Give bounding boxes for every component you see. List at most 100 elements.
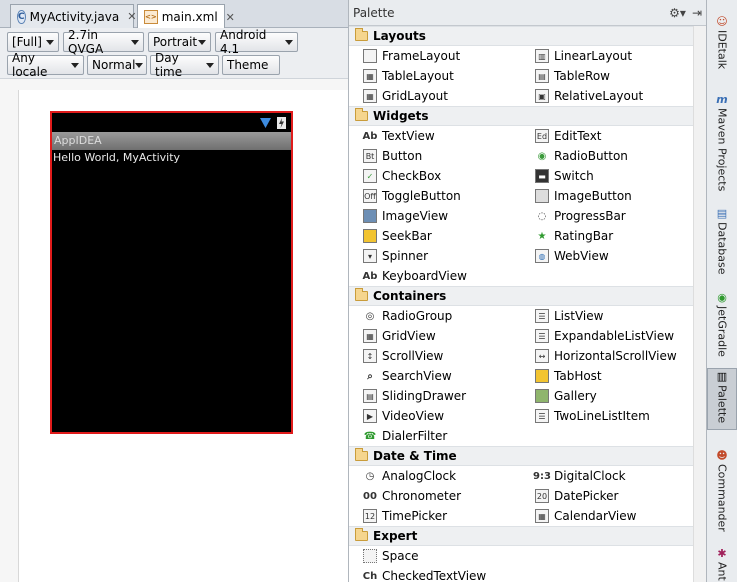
scrollview-icon: ↕ bbox=[363, 349, 377, 363]
palette-item-space[interactable]: Space bbox=[363, 546, 419, 566]
palette-item-datepicker[interactable]: 20 DatePicker bbox=[535, 486, 618, 506]
button-icon: Bt bbox=[363, 149, 377, 163]
palette-item-linearlayout[interactable]: ▥ LinearLayout bbox=[535, 46, 632, 66]
item-label: HorizontalScrollView bbox=[554, 349, 677, 363]
horizontalscrollview-icon: ↔ bbox=[535, 349, 549, 363]
idetalk-icon: ☺ bbox=[716, 14, 728, 28]
tool-window-idetalk[interactable]: ☺ IDEtalk bbox=[707, 14, 737, 70]
folder-icon bbox=[355, 448, 368, 461]
xml-file-icon: <> bbox=[144, 10, 158, 24]
dropdown-value: Portrait bbox=[153, 35, 198, 49]
palette-item-tablerow[interactable]: ▤ TableRow bbox=[535, 66, 610, 86]
tab-myactivity-java[interactable]: C MyActivity.java ✕ bbox=[10, 4, 136, 28]
palette-item-framelayout[interactable]: FrameLayout bbox=[363, 46, 460, 66]
palette-item-togglebutton[interactable]: Off ToggleButton bbox=[363, 186, 461, 206]
palette-item-searchview[interactable]: ⌕ SearchView bbox=[363, 366, 452, 386]
palette-item-seekbar[interactable]: SeekBar bbox=[363, 226, 432, 246]
palette-group-widgets[interactable]: Widgets bbox=[349, 106, 693, 126]
close-icon[interactable]: ✕ bbox=[127, 10, 136, 23]
palette-scrollbar[interactable] bbox=[693, 26, 706, 582]
close-icon[interactable]: ✕ bbox=[226, 11, 235, 24]
palette-item-expandablelistview[interactable]: ☰ ExpandableListView bbox=[535, 326, 674, 346]
palette-item-digitalclock[interactable]: 9:3 DigitalClock bbox=[533, 466, 625, 486]
palette-item-relativelayout[interactable]: ▣ RelativeLayout bbox=[535, 86, 643, 106]
palette-item-listview[interactable]: ☰ ListView bbox=[535, 306, 603, 326]
api-level-dropdown[interactable]: Android 4.1 bbox=[215, 28, 298, 56]
palette-item-twolinelistitem[interactable]: ☰ TwoLineListItem bbox=[535, 406, 650, 426]
tool-window-label: Ant bbox=[715, 562, 729, 581]
palette-item-button[interactable]: Bt Button bbox=[363, 146, 422, 166]
palette-item-edittext[interactable]: Ed EditText bbox=[535, 126, 602, 146]
palette-item-keyboardview[interactable]: Ab KeyboardView bbox=[363, 266, 467, 286]
item-label: GridView bbox=[382, 329, 436, 343]
palette-item-chronometer[interactable]: 00 Chronometer bbox=[363, 486, 461, 506]
folder-icon bbox=[355, 108, 368, 121]
tablerow-icon: ▤ bbox=[535, 69, 549, 83]
ui-mode-dropdown[interactable]: Normal bbox=[87, 55, 147, 75]
tool-window-palette[interactable]: ▥ Palette bbox=[707, 368, 737, 430]
keyboardview-icon: Ab bbox=[362, 270, 378, 282]
analogclock-icon: ◷ bbox=[365, 470, 375, 482]
palette-item-gallery[interactable]: Gallery bbox=[535, 386, 597, 406]
tab-main-xml[interactable]: <> main.xml ✕ bbox=[137, 4, 235, 29]
palette-item-tabhost[interactable]: TabHost bbox=[535, 366, 602, 386]
tool-window-ant[interactable]: ✱ Ant bbox=[707, 546, 737, 581]
folder-icon bbox=[355, 528, 368, 541]
palette-item-spinner[interactable]: ▾ Spinner bbox=[363, 246, 428, 266]
dropdown-value: Theme bbox=[227, 58, 269, 72]
linearlayout-icon: ▥ bbox=[535, 49, 549, 63]
palette-item-gridview[interactable]: ▦ GridView bbox=[363, 326, 436, 346]
gear-icon[interactable]: ⚙▾ bbox=[669, 6, 686, 20]
item-label: TabHost bbox=[554, 369, 602, 383]
palette-item-imagebutton[interactable]: ImageButton bbox=[535, 186, 632, 206]
searchview-icon: ⌕ bbox=[367, 370, 373, 382]
palette-item-tablelayout[interactable]: ▦ TableLayout bbox=[363, 66, 454, 86]
dialerfilter-icon: ☎ bbox=[363, 430, 377, 442]
palette-item-checkedtextview[interactable]: Ch CheckedTextView bbox=[363, 566, 486, 582]
device-action-bar: AppIDEA bbox=[52, 132, 291, 150]
palette-item-slidingdrawer[interactable]: ▤ SlidingDrawer bbox=[363, 386, 466, 406]
imageview-icon bbox=[363, 209, 377, 223]
palette-item-dialerfilter[interactable]: ☎ DialerFilter bbox=[363, 426, 448, 446]
expandablelistview-icon: ☰ bbox=[535, 329, 549, 343]
palette-item-radiobutton[interactable]: ◉ RadioButton bbox=[535, 146, 628, 166]
group-label: Date & Time bbox=[373, 449, 457, 463]
palette-item-analogclock[interactable]: ◷ AnalogClock bbox=[363, 466, 456, 486]
item-label: FrameLayout bbox=[382, 49, 461, 63]
orientation-dropdown[interactable]: Portrait bbox=[148, 32, 211, 52]
tool-window-label: JetGradle bbox=[715, 306, 729, 357]
palette-item-imageview[interactable]: ImageView bbox=[363, 206, 448, 226]
palette-item-calendarview[interactable]: ▦ CalendarView bbox=[535, 506, 636, 526]
theme-dropdown[interactable]: Theme bbox=[222, 55, 280, 75]
tool-window-database[interactable]: ▤ Database bbox=[707, 206, 737, 275]
palette-item-ratingbar[interactable]: ★ RatingBar bbox=[535, 226, 614, 246]
palette-group-containers[interactable]: Containers bbox=[349, 286, 693, 306]
palette-item-timepicker[interactable]: 12 TimePicker bbox=[363, 506, 447, 526]
folder-icon bbox=[355, 288, 368, 301]
dropdown-value: Android 4.1 bbox=[220, 28, 267, 56]
locale-dropdown[interactable]: Any locale bbox=[7, 51, 84, 79]
hello-textview[interactable]: Hello World, MyActivity bbox=[52, 151, 180, 164]
palette-item-gridlayout[interactable]: ▦ GridLayout bbox=[363, 86, 448, 106]
palette-item-switch[interactable]: ▬ Switch bbox=[535, 166, 594, 186]
palette-group-date-time[interactable]: Date & Time bbox=[349, 446, 693, 466]
palette-group-expert[interactable]: Expert bbox=[349, 526, 693, 546]
item-label: DatePicker bbox=[554, 489, 619, 503]
device-preview[interactable]: AppIDEA Hello World, MyActivity bbox=[50, 111, 293, 434]
night-mode-dropdown[interactable]: Day time bbox=[150, 51, 219, 79]
palette-item-horizontalscrollview[interactable]: ↔ HorizontalScrollView bbox=[535, 346, 677, 366]
palette-item-videoview[interactable]: ▶ VideoView bbox=[363, 406, 444, 426]
rendering-mode-dropdown[interactable]: [Full] bbox=[7, 32, 59, 52]
tool-window-jetgradle[interactable]: ◉ JetGradle bbox=[707, 290, 737, 357]
palette-group-layouts[interactable]: Layouts bbox=[349, 26, 693, 46]
tool-window-commander[interactable]: ☻ Commander bbox=[707, 448, 737, 532]
palette-item-radiogroup[interactable]: ◎ RadioGroup bbox=[363, 306, 453, 326]
palette-item-checkbox[interactable]: ✓ CheckBox bbox=[363, 166, 441, 186]
palette-item-progressbar[interactable]: ◌ ProgressBar bbox=[535, 206, 626, 226]
device-dropdown[interactable]: 2.7in QVGA bbox=[63, 28, 144, 56]
hide-panel-icon[interactable]: ⇥ bbox=[692, 6, 702, 20]
palette-item-textview[interactable]: Ab TextView bbox=[363, 126, 435, 146]
tool-window-maven-projects[interactable]: m Maven Projects bbox=[707, 92, 737, 192]
palette-item-webview[interactable]: ◍ WebView bbox=[535, 246, 609, 266]
palette-item-scrollview[interactable]: ↕ ScrollView bbox=[363, 346, 443, 366]
